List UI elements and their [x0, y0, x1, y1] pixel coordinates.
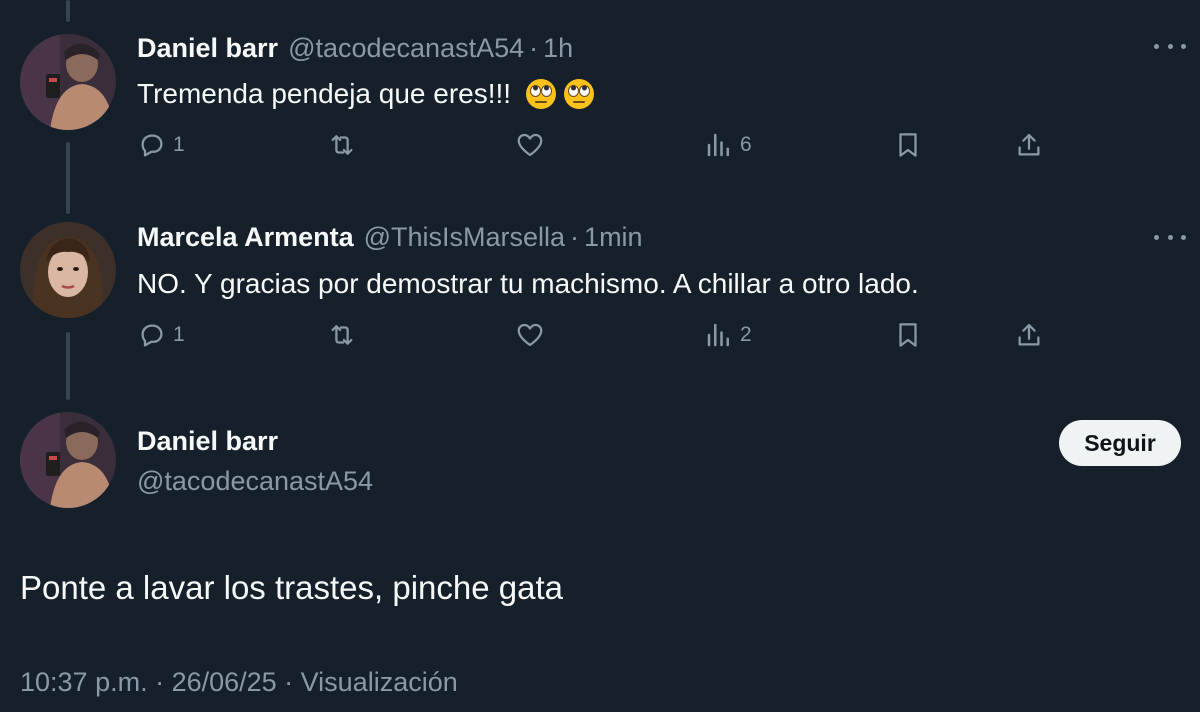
- separator-dot: ·: [570, 222, 580, 252]
- author-handle[interactable]: @tacodecanastA54: [137, 466, 373, 497]
- bookmark-button[interactable]: [893, 320, 923, 350]
- share-button[interactable]: [1014, 320, 1044, 350]
- tweet-header: Daniel barr @tacodecanastA54 · 1h: [137, 33, 573, 64]
- tweet-text: Ponte a lavar los trastes, pinche gata: [20, 569, 563, 606]
- views-button[interactable]: 2: [704, 320, 752, 350]
- repost-icon: [331, 135, 353, 155]
- repost-button[interactable]: [327, 130, 357, 160]
- like-button[interactable]: [515, 320, 545, 350]
- tweet-header: Marcela Armenta @ThisIsMarsella · 1min: [137, 222, 643, 253]
- reply-count: 1: [173, 323, 185, 346]
- rolling-eyes-emoji-icon: [525, 78, 557, 110]
- separator-dot: ·: [529, 33, 539, 63]
- author-name[interactable]: Daniel barr: [137, 33, 278, 64]
- repost-button[interactable]: [327, 320, 357, 350]
- author-name[interactable]: Daniel barr: [137, 426, 278, 457]
- timestamp[interactable]: 1h: [543, 33, 573, 64]
- follow-button[interactable]: Seguir: [1059, 420, 1181, 466]
- tweet-text: NO. Y gracias por demostrar tu machismo.…: [137, 268, 919, 300]
- tweet-metadata: 10:37 p.m. · 26/06/25 · Visualización: [20, 667, 458, 697]
- share-icon: [1018, 133, 1040, 156]
- views-icon: [707, 323, 729, 347]
- views-count: 6: [740, 133, 752, 156]
- like-button[interactable]: [515, 130, 545, 160]
- views-button[interactable]: 6: [704, 130, 752, 160]
- reply-button[interactable]: 1: [137, 320, 185, 350]
- more-options-icon[interactable]: [1154, 41, 1186, 51]
- tweet-text: Tremenda pendeja que eres!!!: [137, 78, 595, 110]
- bookmark-icon: [899, 323, 917, 347]
- heart-icon: [517, 323, 543, 347]
- rolling-eyes-emoji-icon: [563, 78, 595, 110]
- reply-button[interactable]: 1: [137, 130, 185, 160]
- share-icon: [1018, 323, 1040, 346]
- tweet-text-content: Tremenda pendeja que eres!!!: [137, 78, 512, 109]
- tweet-actions: 1 2: [0, 320, 1200, 360]
- bookmark-icon: [899, 133, 917, 157]
- more-options-icon[interactable]: [1154, 232, 1186, 242]
- avatar[interactable]: [20, 34, 116, 130]
- share-button[interactable]: [1014, 130, 1044, 160]
- tweet-actions: 1 6: [0, 130, 1200, 170]
- repost-icon: [331, 325, 353, 345]
- author-handle[interactable]: @tacodecanastA54: [288, 33, 524, 64]
- views-count: 2: [740, 323, 752, 346]
- reply-icon: [141, 134, 163, 157]
- thread-line: [66, 0, 70, 22]
- bookmark-button[interactable]: [893, 130, 923, 160]
- timestamp[interactable]: 1min: [584, 222, 643, 253]
- reply-count: 1: [173, 133, 185, 156]
- author-handle[interactable]: @ThisIsMarsella: [364, 222, 565, 253]
- heart-icon: [517, 133, 543, 157]
- views-icon: [707, 133, 729, 157]
- avatar[interactable]: [20, 222, 116, 318]
- tweet-text-content: NO. Y gracias por demostrar tu machismo.…: [137, 268, 919, 299]
- reply-icon: [141, 324, 163, 347]
- author-name[interactable]: Marcela Armenta: [137, 222, 354, 253]
- avatar[interactable]: [20, 412, 116, 508]
